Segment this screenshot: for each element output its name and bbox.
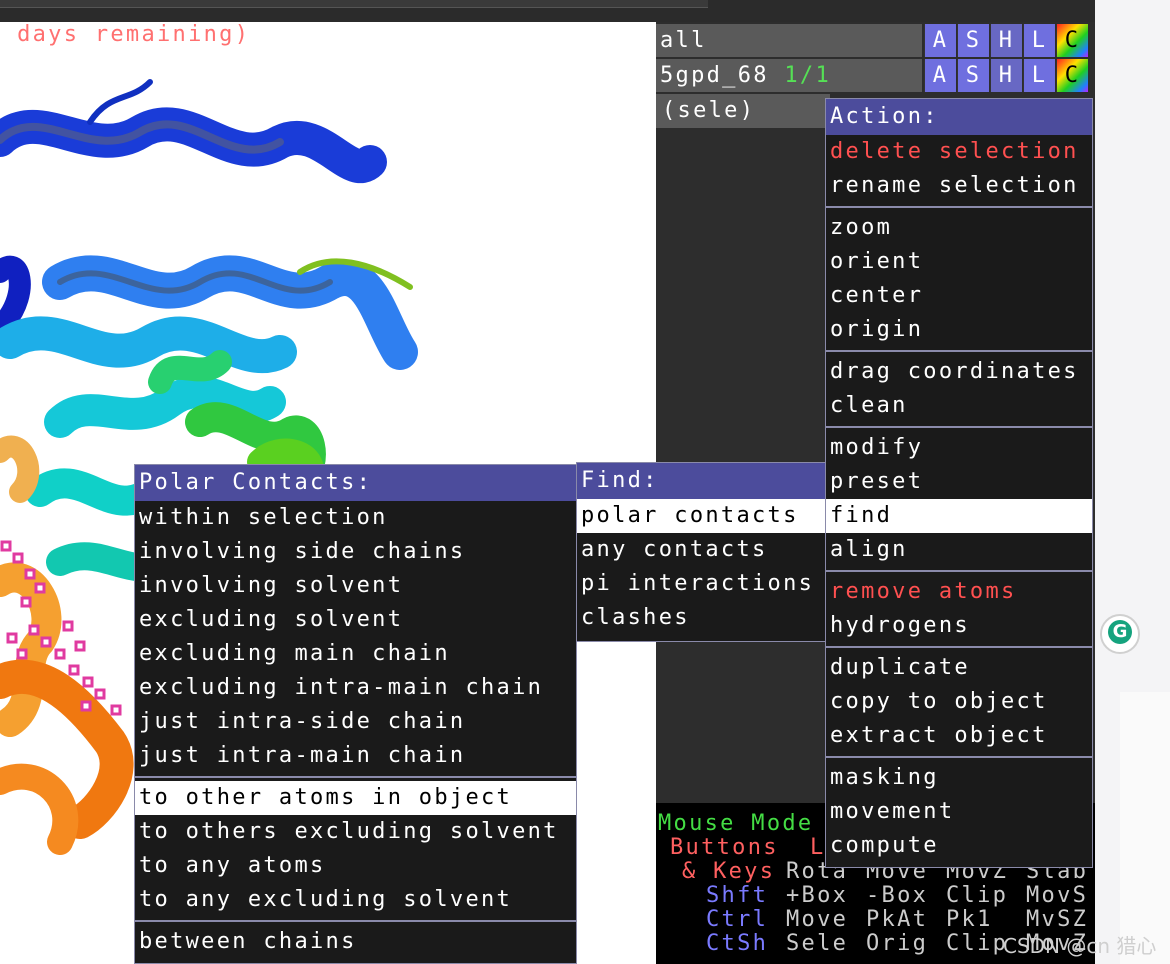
menu-item-center[interactable]: center	[826, 279, 1092, 313]
show-button[interactable]: S	[957, 59, 989, 92]
menu-item-excluding-main-chain[interactable]: excluding main chain	[135, 637, 576, 671]
menu-separator	[135, 776, 576, 778]
mode-cell: Sele	[786, 931, 849, 956]
menu-item-clean[interactable]: clean	[826, 389, 1092, 423]
menu-item-involving-solvent[interactable]: involving solvent	[135, 569, 576, 603]
menu-item-involving-side-chains[interactable]: involving side chains	[135, 535, 576, 569]
ctrl-label: Ctrl	[706, 907, 769, 932]
state-count: 1/1	[784, 63, 832, 88]
mode-cell: Orig	[866, 931, 929, 956]
action-button[interactable]: A	[924, 59, 956, 92]
find-menu-title: Find:	[577, 463, 825, 499]
object-row-5gpd[interactable]: 5gpd_68 1/1 A S H L C	[656, 59, 1092, 92]
menu-item-any-contacts[interactable]: any contacts	[577, 533, 825, 567]
menu-item-just-intra-main-chain[interactable]: just intra-main chain	[135, 739, 576, 773]
keys-label: & Keys	[682, 859, 776, 884]
hide-button[interactable]: H	[990, 59, 1022, 92]
menu-item-masking[interactable]: masking	[826, 761, 1092, 795]
menu-item-preset[interactable]: preset	[826, 465, 1092, 499]
grammarly-icon[interactable]: G	[1100, 614, 1140, 654]
menu-item-duplicate[interactable]: duplicate	[826, 651, 1092, 685]
shift-label: Shft	[706, 883, 769, 908]
menu-item-between-chains[interactable]: between chains	[135, 925, 576, 959]
mode-cell: PkAt	[866, 907, 929, 932]
menu-item-within-selection[interactable]: within selection	[135, 501, 576, 535]
action-button[interactable]: A	[924, 24, 956, 57]
mouse-mode-title: Mouse Mode	[658, 811, 814, 836]
mode-cell: MvSZ	[1026, 907, 1089, 932]
buttons-label: Buttons	[670, 835, 779, 860]
menu-separator	[826, 350, 1092, 352]
menu-item-to-other-atoms-in-object[interactable]: to other atoms in object	[135, 781, 576, 815]
menu-item-zoom[interactable]: zoom	[826, 211, 1092, 245]
selection-row[interactable]: (sele)	[656, 94, 830, 128]
menu-item-extract-object[interactable]: extract object	[826, 719, 1092, 753]
menu-item-to-any-excluding-solvent[interactable]: to any excluding solvent	[135, 883, 576, 917]
menu-separator	[135, 920, 576, 922]
menu-item-align[interactable]: align	[826, 533, 1092, 567]
menu-item-clashes[interactable]: clashes	[577, 601, 825, 635]
menu-item-to-any-atoms[interactable]: to any atoms	[135, 849, 576, 883]
menu-item-just-intra-side-chain[interactable]: just intra-side chain	[135, 705, 576, 739]
find-menu: Find: polar contacts any contacts pi int…	[576, 462, 826, 642]
polar-contacts-title: Polar Contacts:	[135, 465, 576, 501]
top-tab-strip	[0, 0, 708, 8]
menu-item-find[interactable]: find	[826, 499, 1092, 533]
color-button[interactable]: C	[1056, 24, 1088, 57]
menu-item-orient[interactable]: orient	[826, 245, 1092, 279]
menu-separator	[826, 756, 1092, 758]
menu-item-to-others-excluding-solvent[interactable]: to others excluding solvent	[135, 815, 576, 849]
menu-item-remove-atoms[interactable]: remove atoms	[826, 575, 1092, 609]
ctrl-shift-label: CtSh	[706, 931, 769, 956]
show-button[interactable]: S	[957, 24, 989, 57]
mode-cell: -Box	[866, 883, 929, 908]
mode-cell: Clip	[946, 931, 1009, 956]
menu-item-hydrogens[interactable]: hydrogens	[826, 609, 1092, 643]
menu-item-origin[interactable]: origin	[826, 313, 1092, 347]
object-name[interactable]: 5gpd_68 1/1	[656, 59, 922, 92]
menu-separator	[826, 426, 1092, 428]
menu-separator	[826, 646, 1092, 648]
menu-item-excluding-intra-main-chain[interactable]: excluding intra-main chain	[135, 671, 576, 705]
mode-cell: Clip	[946, 883, 1009, 908]
object-name[interactable]: all	[656, 24, 922, 57]
action-menu-title: Action:	[826, 99, 1092, 135]
menu-separator	[826, 206, 1092, 208]
menu-item-rename-selection[interactable]: rename selection	[826, 169, 1092, 203]
mode-cell: MovS	[1026, 883, 1089, 908]
mode-cell: +Box	[786, 883, 849, 908]
polar-contacts-menu: Polar Contacts: within selection involvi…	[134, 464, 577, 964]
menu-item-excluding-solvent[interactable]: excluding solvent	[135, 603, 576, 637]
action-menu: Action: delete selection rename selectio…	[825, 98, 1093, 868]
menu-item-movement[interactable]: movement	[826, 795, 1092, 829]
object-row-all[interactable]: all A S H L C	[656, 24, 1092, 57]
mode-cell: Pk1	[946, 907, 993, 932]
watermark: CSDN @cn 猎心	[1003, 934, 1157, 958]
color-button[interactable]: C	[1056, 59, 1088, 92]
menu-item-compute[interactable]: compute	[826, 829, 1092, 863]
menu-item-drag-coordinates[interactable]: drag coordinates	[826, 355, 1092, 389]
menu-item-copy-to-object[interactable]: copy to object	[826, 685, 1092, 719]
menu-item-pi-interactions[interactable]: pi interactions	[577, 567, 825, 601]
hide-button[interactable]: H	[990, 24, 1022, 57]
menu-item-modify[interactable]: modify	[826, 431, 1092, 465]
top-bar	[0, 0, 1095, 22]
menu-separator	[826, 570, 1092, 572]
mode-cell: Move	[786, 907, 849, 932]
menu-item-delete-selection[interactable]: delete selection	[826, 135, 1092, 169]
browser-side-card	[1120, 692, 1170, 964]
menu-item-polar-contacts[interactable]: polar contacts	[577, 499, 825, 533]
buttons-letter: L	[810, 835, 826, 860]
label-button[interactable]: L	[1023, 59, 1055, 92]
label-button[interactable]: L	[1023, 24, 1055, 57]
